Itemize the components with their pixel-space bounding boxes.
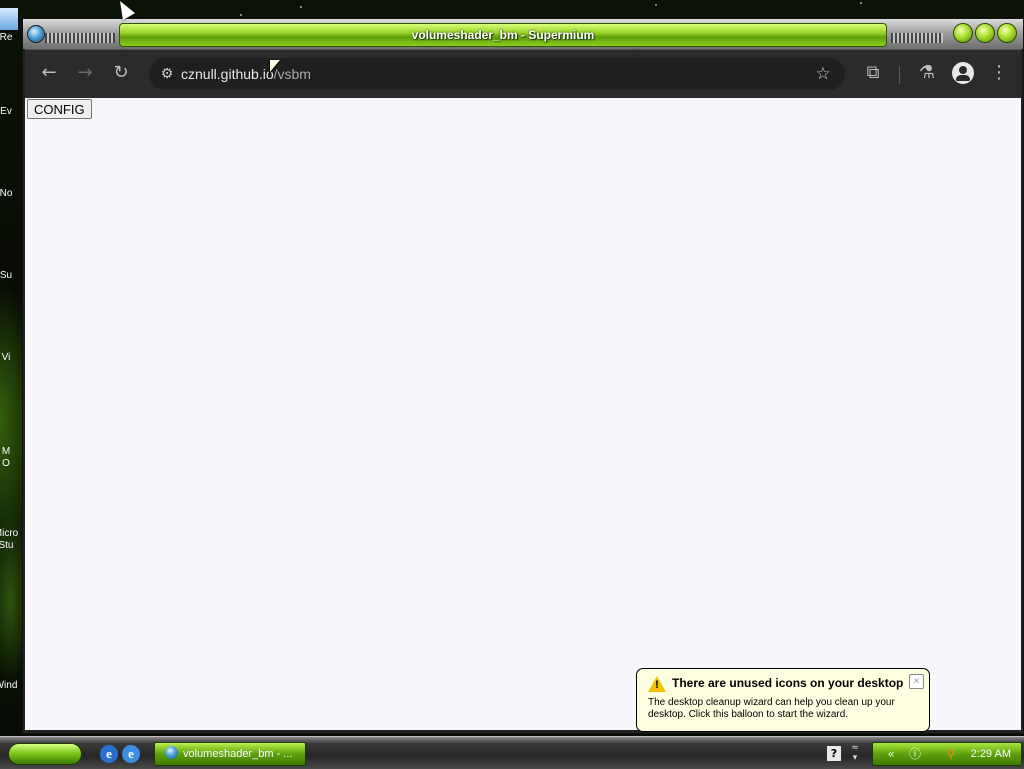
- browser-quicklaunch-icon[interactable]: e: [122, 745, 140, 763]
- supermium-app-icon[interactable]: [27, 25, 45, 43]
- desktop-icon-label: Micro Stu: [0, 528, 19, 551]
- background-star: [655, 4, 657, 6]
- start-button[interactable]: [8, 743, 82, 765]
- desktop-icon-label: Wind: [0, 680, 18, 691]
- bookmark-star-icon[interactable]: ☆: [813, 64, 833, 84]
- internet-explorer-icon[interactable]: e: [100, 745, 118, 763]
- url-host: cznull.github.io: [181, 66, 274, 82]
- taskbar-window-label: volumeshader_bm - ...: [183, 748, 293, 760]
- labs-flask-icon[interactable]: ⚗: [915, 61, 939, 85]
- menu-icon[interactable]: ⋮: [987, 61, 1011, 85]
- balloon-close-button[interactable]: ×: [909, 674, 924, 689]
- window-title: volumeshader_bm - Supermium: [119, 23, 887, 47]
- background-star: [240, 14, 242, 16]
- help-icon[interactable]: ?: [826, 745, 842, 762]
- speaker-icon[interactable]: ≈ ▾: [848, 743, 862, 763]
- desktop-icon-label: Ev: [0, 106, 12, 117]
- back-arrow-icon[interactable]: ←: [37, 61, 61, 85]
- close-button[interactable]: [997, 23, 1017, 43]
- background-star: [860, 2, 862, 4]
- title-bar[interactable]: volumeshader_bm - Supermium: [23, 19, 1023, 49]
- url-text[interactable]: cznull.github.io/vsbm: [181, 58, 311, 90]
- warning-icon-mark: !: [655, 679, 659, 691]
- browser-window: volumeshader_bm - Supermium ← → ↻ ⚙ cznu…: [22, 18, 1024, 734]
- cleanup-balloon[interactable]: ! There are unused icons on your desktop…: [636, 668, 930, 732]
- clock[interactable]: 2:29 AM: [971, 743, 1011, 765]
- desktop-icon-label: M O: [1, 446, 11, 469]
- desktop-icon-label: No: [0, 188, 13, 199]
- page-content: CONFIG: [25, 98, 1021, 730]
- background-star: [300, 6, 302, 8]
- balloon-tail-fill: [270, 60, 280, 72]
- forward-arrow-icon[interactable]: →: [73, 61, 97, 85]
- desktop-icon-label: Re: [0, 32, 13, 43]
- tray-chevron-icon[interactable]: «: [883, 746, 899, 762]
- balloon-title: There are unused icons on your desktop: [672, 676, 904, 690]
- title-grip-left: [45, 33, 115, 43]
- browser-toolbar: ← → ↻ ⚙ cznull.github.io/vsbm ☆ ⧉ ⚗ ⋮: [25, 49, 1021, 98]
- profile-icon[interactable]: [952, 62, 974, 84]
- maximize-button[interactable]: [975, 23, 995, 43]
- extensions-icon[interactable]: ⧉: [861, 61, 885, 85]
- config-button[interactable]: CONFIG: [27, 99, 92, 119]
- desktop-icon-label: Vi: [1, 352, 11, 363]
- network-info-icon[interactable]: ⓘ: [907, 746, 923, 762]
- taskbar-window-button[interactable]: volumeshader_bm - ...: [154, 742, 306, 766]
- system-tray: « ⓘ ⚲ 2:29 AM: [872, 742, 1022, 766]
- toolbar-divider: [899, 66, 900, 84]
- desktop-icon-label: Su: [0, 270, 13, 281]
- reload-icon[interactable]: ↻: [109, 61, 133, 85]
- balloon-message: The desktop cleanup wizard can help you …: [648, 697, 895, 720]
- taskbar: e e volumeshader_bm - ... ? ≈ ▾ « ⓘ ⚲ 2:2…: [0, 736, 1024, 769]
- minimize-button[interactable]: [953, 23, 973, 43]
- site-info-icon[interactable]: ⚙: [157, 64, 177, 84]
- recycle-bin-icon: [0, 8, 18, 30]
- search-tray-icon[interactable]: ⚲: [943, 746, 959, 762]
- title-grip-right: [891, 33, 943, 43]
- supermium-task-icon: [165, 746, 178, 759]
- address-bar[interactable]: ⚙ cznull.github.io/vsbm ☆: [149, 58, 845, 90]
